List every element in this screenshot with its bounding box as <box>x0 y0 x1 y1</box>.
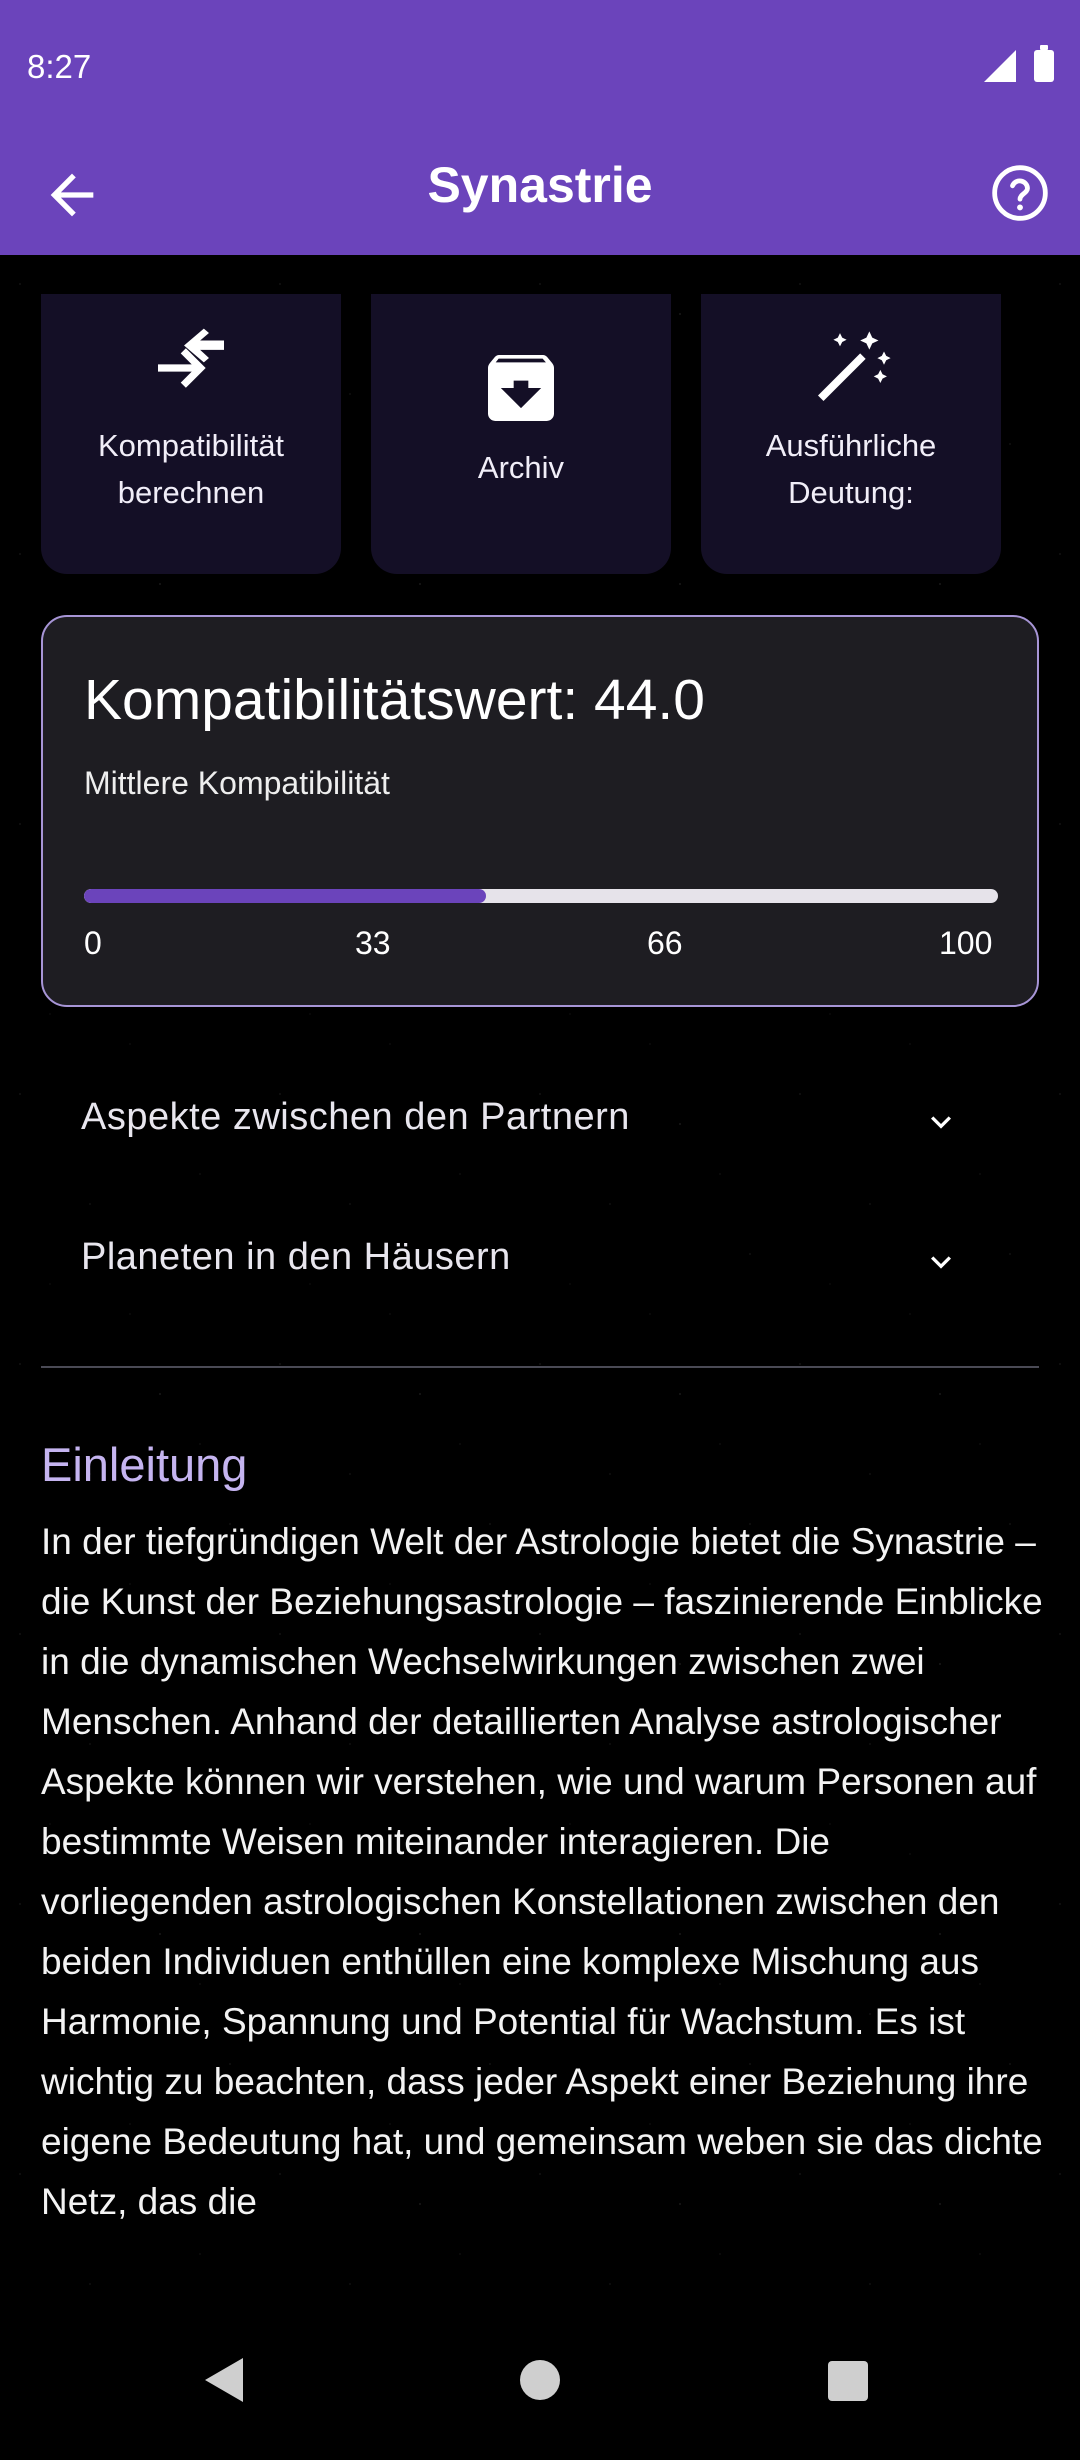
action-label: Archiv <box>477 450 565 485</box>
battery-icon <box>1034 45 1054 82</box>
action-label-line2: Deutung: <box>788 475 914 510</box>
divider <box>41 1366 1039 1368</box>
page-title: Synastrie <box>427 157 653 213</box>
score-progress-fill <box>84 889 487 903</box>
nav-home-icon[interactable] <box>520 2360 560 2400</box>
tick-label: 33 <box>355 925 391 961</box>
score-subtitle: Mittlere Kompatibilität <box>84 765 390 801</box>
intro-heading: Einleitung <box>41 1438 248 1491</box>
action-label-line2: berechnen <box>117 475 265 510</box>
expander-label: Planeten in den Häusern <box>81 1236 511 1278</box>
detailed-reading-button[interactable]: Ausführliche Deutung: <box>701 294 1001 574</box>
status-bar: 8:27 <box>0 0 1080 135</box>
signal-icon <box>984 50 1016 82</box>
score-title: Kompatibilitätswert: 44.0 <box>84 668 705 732</box>
status-time: 8:27 <box>27 48 92 85</box>
nav-back-icon[interactable] <box>205 2358 243 2402</box>
compare-arrows-icon <box>158 328 224 388</box>
archive-button[interactable]: Archiv <box>371 294 671 574</box>
action-label-line1: Ausführliche <box>765 428 937 463</box>
expander-label: Aspekte zwischen den Partnern <box>81 1096 630 1138</box>
app-bar: Synastrie <box>0 135 1080 255</box>
chevron-down-icon <box>931 1256 951 1269</box>
compatibility-score-card: Kompatibilitätswert: 44.0 Mittlere Kompa… <box>41 615 1039 1007</box>
archive-icon <box>488 355 554 421</box>
tick-label: 100 <box>939 925 993 961</box>
chevron-down-icon <box>931 1116 951 1129</box>
system-nav-bar <box>0 2300 1080 2460</box>
magic-wand-icon <box>818 331 891 401</box>
action-label-line1: Kompatibilität <box>97 428 285 463</box>
planets-in-houses-expander[interactable]: Planeten in den Häusern <box>41 1206 1039 1316</box>
tick-label: 66 <box>647 925 683 961</box>
nav-recents-icon[interactable] <box>828 2361 868 2401</box>
help-button[interactable] <box>988 161 1052 225</box>
tick-label: 0 <box>84 925 102 961</box>
calculate-compatibility-button[interactable]: Kompatibilität berechnen <box>41 294 341 574</box>
score-progress-bar <box>84 889 998 903</box>
aspects-expander[interactable]: Aspekte zwischen den Partnern <box>41 1066 1039 1176</box>
help-circle-icon <box>992 165 1048 221</box>
intro-text: In der tiefgründigen Welt der Astrologie… <box>41 1521 1043 2222</box>
